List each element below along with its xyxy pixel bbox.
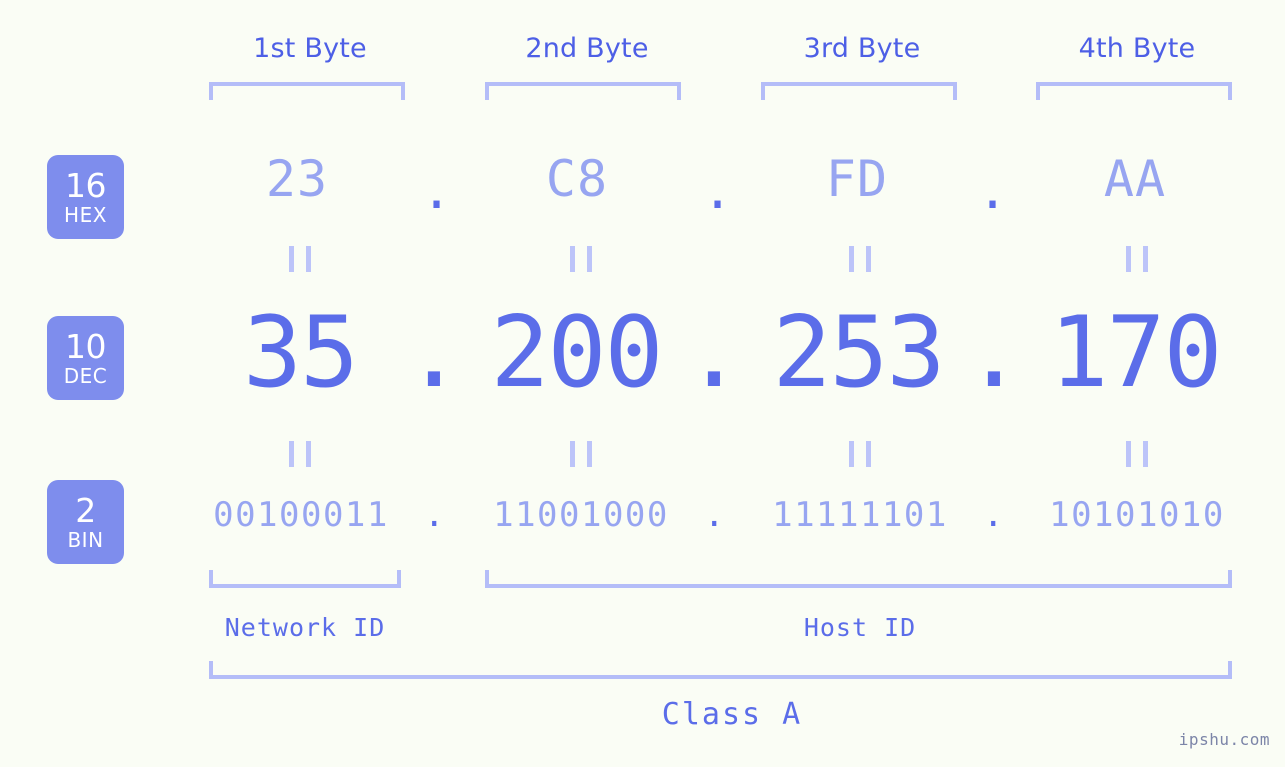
byte-header-3: 3rd Byte (803, 33, 921, 64)
dec-octet-4: 170 (1049, 296, 1222, 410)
byte-header-1: 1st Byte (253, 33, 367, 64)
hex-separator-1: . (421, 162, 453, 220)
equals-mark-hex-dec-4 (1126, 246, 1148, 272)
network-id-label: Network ID (224, 613, 386, 642)
radix-badge-dec-number: 10 (65, 327, 107, 366)
class-label: Class A (661, 697, 803, 732)
hex-octet-2: C8 (545, 150, 609, 208)
bin-separator-2: . (704, 495, 726, 535)
byte-bracket-4 (1036, 82, 1232, 100)
equals-mark-dec-bin-1 (289, 441, 311, 467)
bin-octet-1: 00100011 (213, 495, 389, 535)
equals-mark-hex-dec-1 (289, 246, 311, 272)
hex-separator-3: . (977, 162, 1009, 220)
bin-separator-1: . (424, 495, 446, 535)
ip-address-breakdown-diagram: 1st Byte 2nd Byte 3rd Byte 4th Byte 16 H… (0, 0, 1285, 767)
byte-bracket-1 (209, 82, 405, 100)
radix-badge-hex-number: 16 (65, 166, 107, 205)
radix-badge-dec-word: DEC (63, 364, 108, 388)
dec-octet-1: 35 (242, 296, 359, 410)
dec-octet-3: 253 (772, 296, 945, 410)
dec-octet-2: 200 (490, 296, 663, 410)
network-id-bracket (209, 570, 401, 588)
radix-badge-hex: 16 HEX (47, 155, 124, 239)
radix-badge-bin: 2 BIN (47, 480, 124, 564)
host-id-label: Host ID (803, 613, 917, 642)
dec-separator-1: . (404, 296, 463, 410)
radix-badge-bin-word: BIN (67, 528, 104, 552)
equals-mark-dec-bin-4 (1126, 441, 1148, 467)
equals-mark-hex-dec-2 (570, 246, 592, 272)
radix-badge-bin-number: 2 (75, 491, 96, 530)
byte-bracket-2 (485, 82, 681, 100)
dec-separator-3: . (964, 296, 1023, 410)
bin-octet-4: 10101010 (1049, 495, 1225, 535)
host-id-bracket (485, 570, 1232, 588)
bin-octet-3: 11111101 (772, 495, 948, 535)
site-watermark: ipshu.com (1178, 730, 1270, 749)
byte-header-2: 2nd Byte (525, 33, 649, 64)
equals-mark-hex-dec-3 (849, 246, 871, 272)
byte-bracket-3 (761, 82, 957, 100)
class-bracket (209, 661, 1232, 679)
bin-separator-3: . (983, 495, 1005, 535)
equals-mark-dec-bin-2 (570, 441, 592, 467)
hex-octet-4: AA (1103, 150, 1167, 208)
hex-octet-3: FD (825, 150, 889, 208)
byte-header-4: 4th Byte (1078, 33, 1196, 64)
equals-mark-dec-bin-3 (849, 441, 871, 467)
bin-octet-2: 11001000 (493, 495, 669, 535)
hex-octet-1: 23 (265, 150, 329, 208)
radix-badge-dec: 10 DEC (47, 316, 124, 400)
hex-separator-2: . (702, 162, 734, 220)
radix-badge-hex-word: HEX (64, 203, 107, 227)
dec-separator-2: . (684, 296, 743, 410)
